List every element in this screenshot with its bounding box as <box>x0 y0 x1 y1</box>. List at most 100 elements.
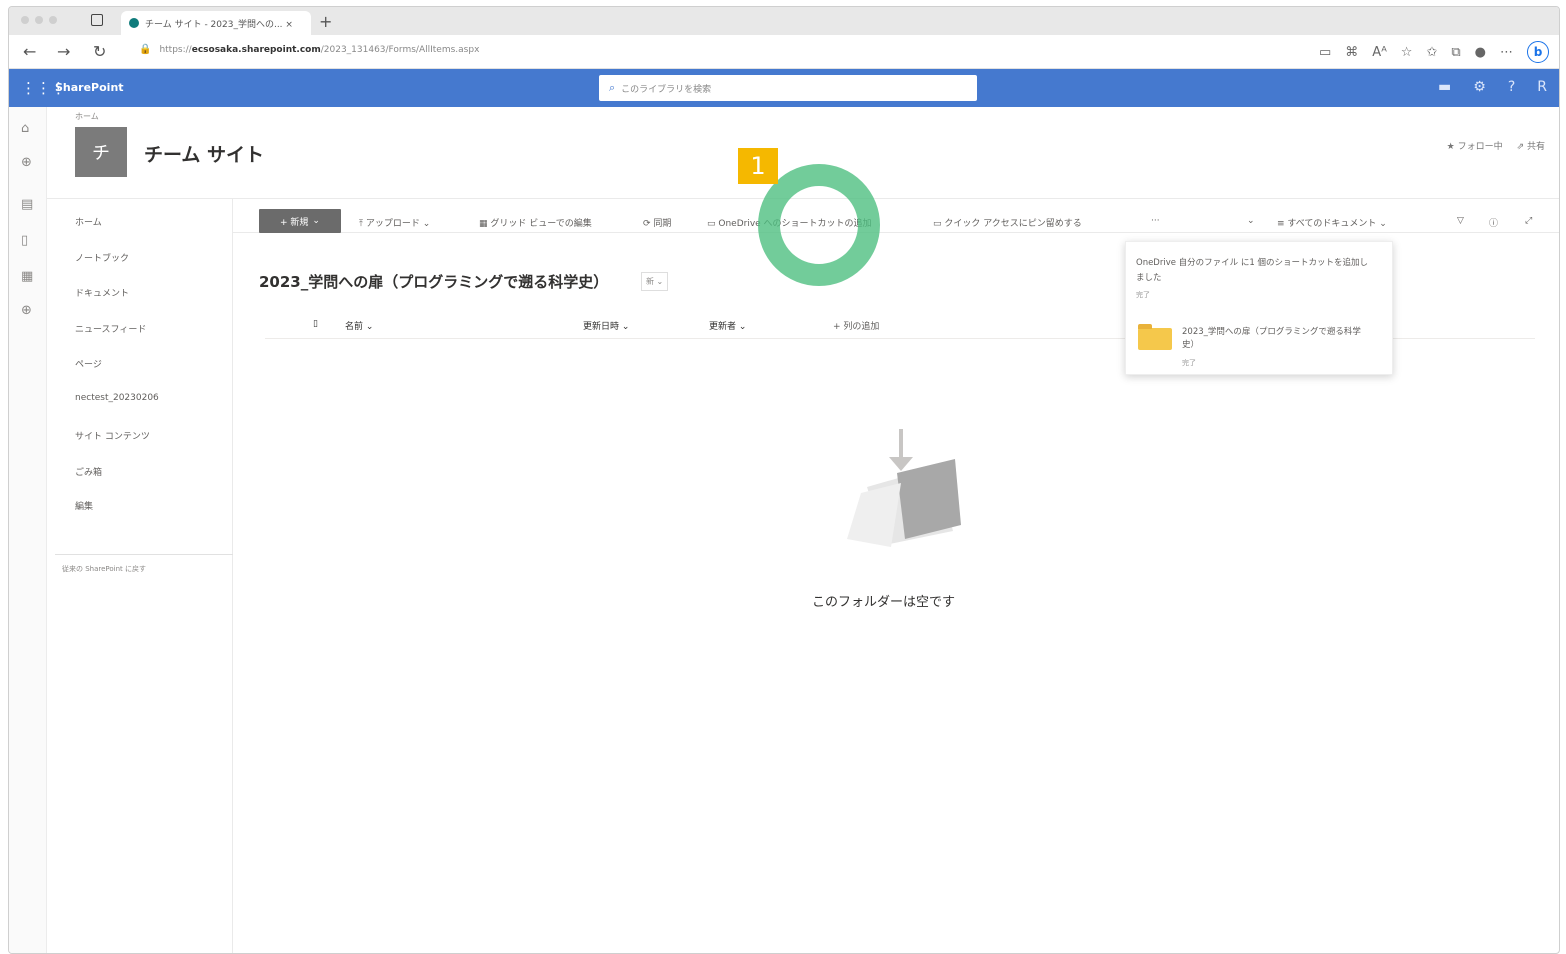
collections-icon[interactable]: ⧉ <box>1451 45 1460 60</box>
nav-item-nectest[interactable]: nectest_20230206 <box>75 393 159 403</box>
nav-item-recycle-bin[interactable]: ごみ箱 <box>75 465 102 478</box>
nav-divider <box>55 554 233 555</box>
follow-button[interactable]: ★ フォロー中 <box>1447 139 1503 152</box>
upload-button[interactable]: ⤒ アップロード ⌄ <box>359 216 430 229</box>
suite-bar: ⋮⋮⋮ SharePoint ⌕ このライブラリを検索 ▬ ⚙ ? R <box>9 69 1559 107</box>
file-type-icon[interactable]: ▯ <box>313 319 318 329</box>
nav-item-edit[interactable]: 編集 <box>75 499 93 512</box>
notification-folder-name[interactable]: 2023_学問への扉（プログラミングで遡る科学史） <box>1182 326 1362 352</box>
refresh-icon[interactable]: ↻ <box>93 42 106 61</box>
lists-icon[interactable]: ▦ <box>21 269 33 284</box>
home-icon[interactable]: ⌂ <box>21 121 29 136</box>
nav-item-newsfeed[interactable]: ニュースフィード <box>75 322 146 335</box>
breadcrumb[interactable]: ホーム <box>75 111 99 122</box>
more-commands-button[interactable]: ··· <box>1151 216 1160 226</box>
notification-message: OneDrive 自分のファイル に1 個のショートカットを追加しました <box>1136 258 1368 283</box>
read-aloud-icon[interactable]: Aᴬ <box>1372 45 1387 60</box>
profile-icon[interactable]: ● <box>1475 45 1486 60</box>
settings-icon[interactable]: ⚙ <box>1473 79 1486 95</box>
lock-icon: 🔒 <box>139 44 152 55</box>
column-modified-by[interactable]: 更新者 ⌄ <box>709 319 746 332</box>
library-badge[interactable]: 新 ⌄ <box>641 272 669 291</box>
search-input[interactable]: ⌕ このライブラリを検索 <box>599 75 977 101</box>
filter-icon[interactable]: ▽ <box>1457 216 1464 226</box>
help-icon[interactable]: ? <box>1508 79 1515 95</box>
reader-icon[interactable]: ▭ <box>1319 45 1331 60</box>
column-name[interactable]: 名前 ⌄ <box>345 319 373 332</box>
return-classic-link[interactable]: 従来の SharePoint に戻す <box>62 564 146 574</box>
new-tab-icon[interactable]: + <box>319 12 332 31</box>
share-button[interactable]: ⇗ 共有 <box>1517 139 1545 152</box>
more-icon[interactable]: ⋯ <box>1500 45 1513 60</box>
notification-folder-status: 完了 <box>1182 359 1196 367</box>
browser-toolbar: ▭ ⌘ Aᴬ ☆ ✩ ⧉ ● ⋯ b <box>1319 41 1549 63</box>
search-placeholder: このライブラリを検索 <box>621 84 712 95</box>
nav-item-documents[interactable]: ドキュメント <box>75 286 129 299</box>
favorite-icon[interactable]: ☆ <box>1401 45 1413 60</box>
address-bar: ← → ↻ 🔒 https://ecsosaka.sharepoint.com/… <box>9 35 1559 69</box>
sync-button[interactable]: ⟳ 同期 <box>643 216 671 229</box>
url-path: /2023_131463/Forms/AllItems.aspx <box>320 44 480 55</box>
bing-icon[interactable]: b <box>1527 41 1549 63</box>
sync-label: 同期 <box>653 219 672 229</box>
folder-icon <box>1138 324 1172 350</box>
nav-item-site-contents[interactable]: サイト コンテンツ <box>75 429 150 442</box>
notification-status: 完了 <box>1136 291 1150 299</box>
view-label: すべてのドキュメント <box>1287 219 1377 229</box>
pin-label: クイック アクセスにピン留めする <box>944 219 1082 229</box>
upload-label: アップロード <box>365 219 420 229</box>
expand-icon[interactable]: ⤢ <box>1525 216 1532 226</box>
url-field[interactable]: 🔒 https://ecsosaka.sharepoint.com/2023_1… <box>139 44 479 55</box>
grid-edit-label: グリッド ビューでの編集 <box>490 219 592 229</box>
tab-title: チーム サイト - 2023_学問への... × <box>145 19 293 30</box>
library-badge-label: 新 <box>646 277 654 286</box>
shortcut-notification: OneDrive 自分のファイル に1 個のショートカットを追加しました 完了 … <box>1125 241 1393 375</box>
browser-tab-active[interactable]: チーム サイト - 2023_学問への... × <box>121 11 311 35</box>
browser-window: チーム サイト - 2023_学問への... × + ← → ↻ 🔒 https… <box>8 6 1560 954</box>
nav-item-home[interactable]: ホーム <box>75 215 102 228</box>
sharepoint-favicon-icon <box>129 18 139 28</box>
url-domain: ecsosaka.sharepoint.com <box>191 44 321 55</box>
column-modified-by-label: 更新者 <box>709 322 737 332</box>
window-controls[interactable] <box>21 16 57 24</box>
nav-item-pages[interactable]: ページ <box>75 357 102 370</box>
column-name-label: 名前 <box>345 322 364 332</box>
empty-folder-message: このフォルダーは空です <box>812 595 956 610</box>
search-icon: ⌕ <box>609 81 616 94</box>
apps-icon[interactable]: ⌘ <box>1345 45 1358 60</box>
account-icon[interactable]: R <box>1537 79 1547 95</box>
grid-edit-button[interactable]: ▦ グリッド ビューでの編集 <box>479 216 592 229</box>
view-selector[interactable]: ≡ すべてのドキュメント ⌄ <box>1277 216 1387 229</box>
pin-quick-access-button[interactable]: ▭ クイック アクセスにピン留めする <box>933 216 1082 229</box>
column-modified[interactable]: 更新日時 ⌄ <box>583 319 629 332</box>
site-title[interactable]: チーム サイト <box>144 140 264 167</box>
tab-strip: チーム サイト - 2023_学問への... × + <box>9 7 1559 35</box>
suite-tools: ▬ ⚙ ? R <box>1438 79 1547 95</box>
brand-name[interactable]: SharePoint <box>55 81 124 94</box>
chat-icon[interactable]: ▬ <box>1438 79 1451 95</box>
document-icon[interactable]: ▯ <box>21 233 28 248</box>
chevron-down-icon: ⌄ <box>312 216 320 226</box>
create-icon[interactable]: ⊕ <box>21 303 32 318</box>
nav-item-notebook[interactable]: ノートブック <box>75 251 129 264</box>
library-title: 2023_学問への扉（プログラミングで遡る科学史） <box>259 273 609 291</box>
add-column-button[interactable]: + 列の追加 <box>833 319 879 332</box>
back-icon[interactable]: ← <box>23 42 36 61</box>
new-button[interactable]: + 新規 ⌄ <box>259 209 341 233</box>
globe-icon[interactable]: ⊕ <box>21 155 32 170</box>
app-rail: ⌂ ⊕ ▤ ▯ ▦ ⊕ <box>9 107 47 953</box>
folder-icon[interactable]: ▤ <box>21 197 33 212</box>
left-navigation: ホーム ノートブック ドキュメント ニュースフィード ページ nectest_2… <box>47 199 233 953</box>
url-prefix: https:// <box>159 44 192 55</box>
empty-folder-illustration <box>847 429 961 547</box>
favorites-icon[interactable]: ✩ <box>1426 45 1437 60</box>
view-options-chevron-icon[interactable]: ⌄ <box>1247 216 1255 226</box>
step-number-badge: 1 <box>738 148 778 184</box>
info-icon[interactable]: ⓘ <box>1489 216 1498 229</box>
tab-actions-icon[interactable] <box>91 14 103 26</box>
forward-icon[interactable]: → <box>57 42 70 61</box>
site-logo[interactable]: チ <box>75 127 127 177</box>
column-modified-label: 更新日時 <box>583 322 620 332</box>
new-label: + 新規 <box>280 217 309 228</box>
share-label: 共有 <box>1526 142 1545 152</box>
